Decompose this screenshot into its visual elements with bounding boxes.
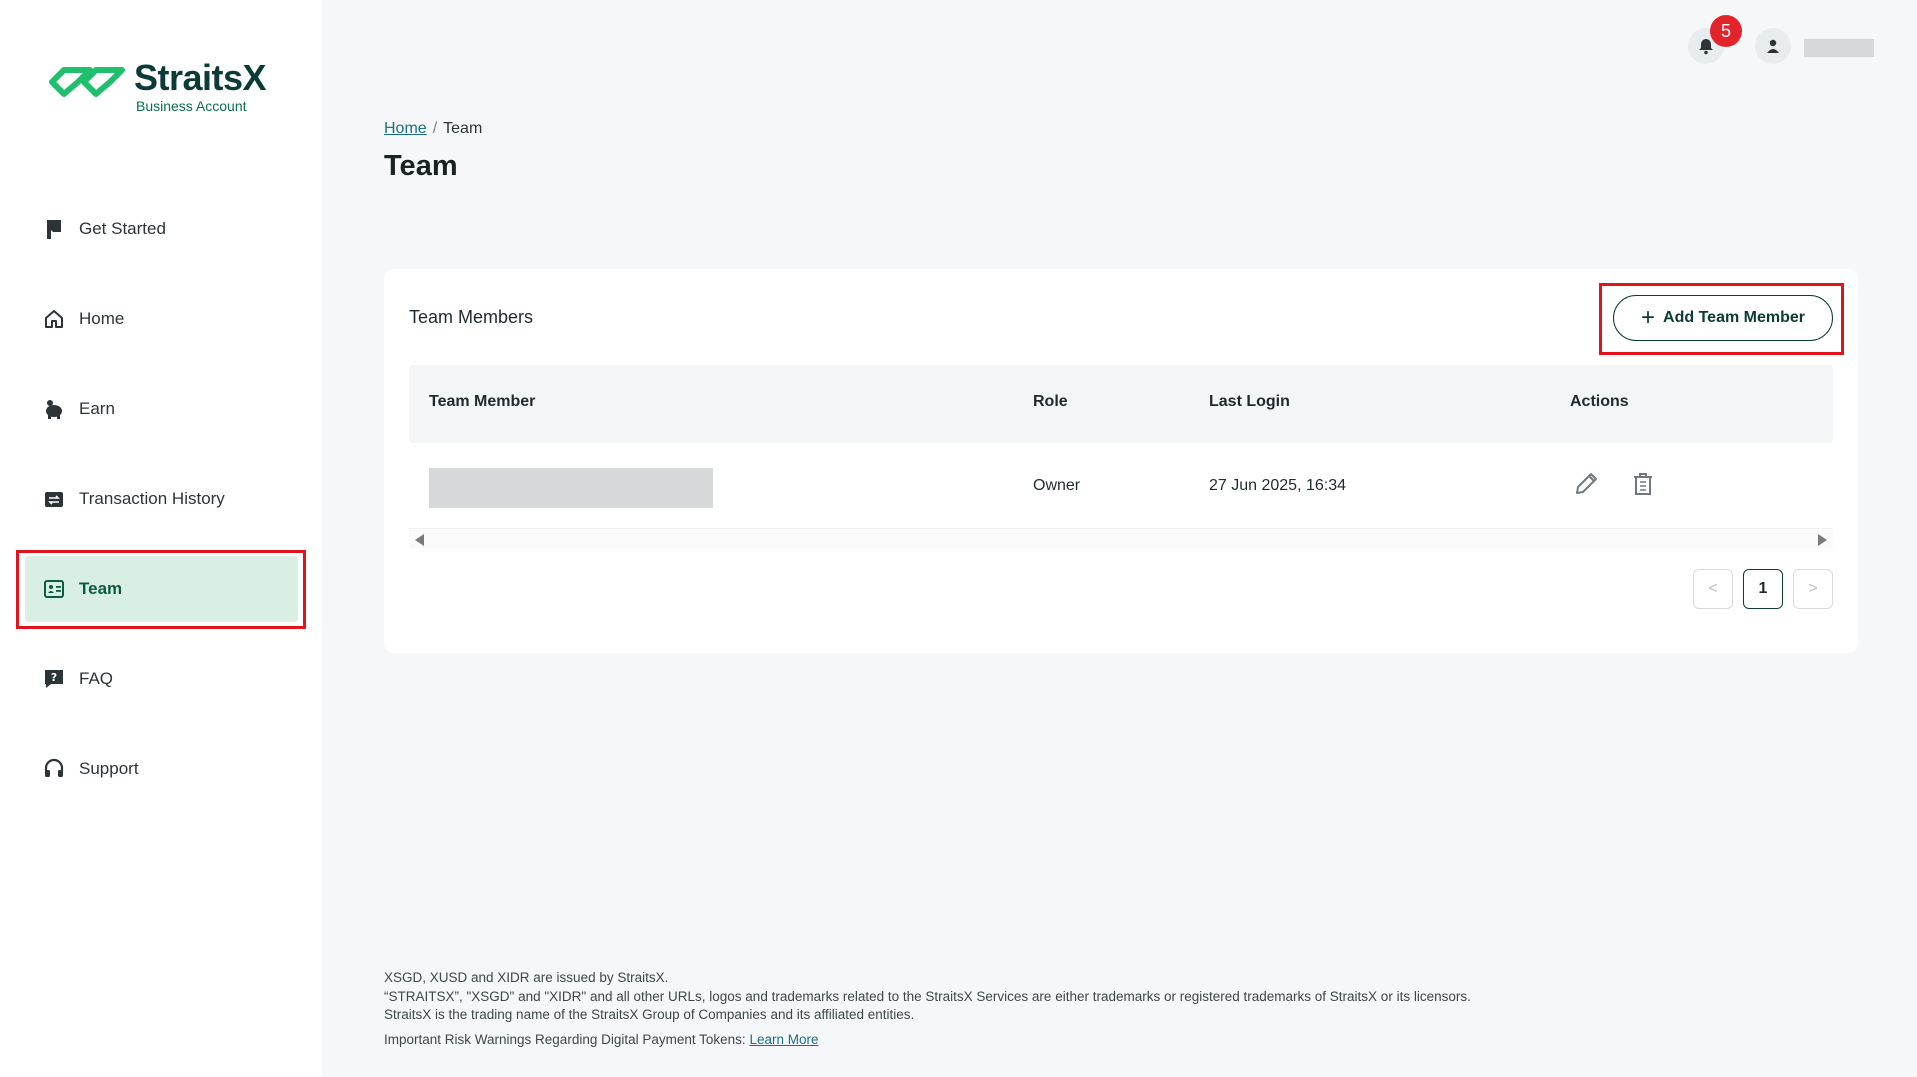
logo-mark-icon xyxy=(49,67,125,97)
username-redacted[interactable] xyxy=(1804,39,1874,57)
pagination-page-1[interactable]: 1 xyxy=(1743,569,1783,609)
column-header-last-login[interactable]: Last Login xyxy=(1209,393,1290,411)
learn-more-link[interactable]: Learn More xyxy=(749,1032,818,1047)
team-member-name-redacted xyxy=(429,468,713,508)
column-header-actions: Actions xyxy=(1570,393,1629,410)
risk-warning-text: Important Risk Warnings Regarding Digita… xyxy=(384,1031,746,1047)
sidebar-item-faq[interactable]: ? FAQ xyxy=(25,646,298,712)
footer-line-trademarks: “STRAITSX”, "XSGD" and "XIDR" and all ot… xyxy=(384,988,1471,1004)
footer-risk-warning: Important Risk Warnings Regarding Digita… xyxy=(384,1031,1471,1050)
page-title: Team xyxy=(384,150,458,182)
straitsx-logo[interactable]: StraitsX Business Account xyxy=(46,58,286,114)
piggy-bank-icon xyxy=(43,398,65,420)
notification-count-badge: 5 xyxy=(1710,15,1742,47)
home-icon xyxy=(43,308,65,330)
sidebar-item-earn[interactable]: Earn xyxy=(25,376,298,442)
faq-icon: ? xyxy=(43,668,65,690)
sidebar-item-home[interactable]: Home xyxy=(25,286,298,352)
breadcrumb-home-link[interactable]: Home xyxy=(384,120,427,137)
column-header-team-member[interactable]: Team Member xyxy=(429,393,535,411)
user-avatar-button[interactable] xyxy=(1755,28,1791,64)
table-row: Owner 27 Jun 2025, 16:34 xyxy=(409,443,1833,529)
card-title: Team Members xyxy=(409,307,534,327)
add-team-member-label: Add Team Member xyxy=(1663,309,1805,326)
edit-icon[interactable] xyxy=(1569,467,1603,501)
footer-line-issuer: XSGD, XUSD and XIDR are issued by Strait… xyxy=(384,970,669,985)
headset-icon xyxy=(43,758,65,780)
sidebar-item-team[interactable]: Team xyxy=(25,556,298,622)
sidebar-item-get-started[interactable]: Get Started xyxy=(25,196,298,262)
logo-wordmark: StraitsX xyxy=(134,57,267,98)
footer-line-trading-name: StraitsX is the trading name of the Stra… xyxy=(384,1007,915,1022)
sidebar-item-label: Team xyxy=(79,579,123,598)
scroll-left-arrow-icon[interactable] xyxy=(415,534,424,546)
delete-icon[interactable] xyxy=(1626,467,1660,501)
transaction-history-icon xyxy=(43,488,65,510)
role-cell: Owner xyxy=(1033,477,1081,494)
svg-text:?: ? xyxy=(51,671,57,684)
sidebar-item-support[interactable]: Support xyxy=(25,736,298,802)
sidebar-item-transaction-history[interactable]: Transaction History xyxy=(25,466,298,532)
horizontal-scrollbar[interactable] xyxy=(409,530,1833,548)
pagination-next-button[interactable]: > xyxy=(1793,569,1833,609)
table-header: Team Member Role Last Login Actions xyxy=(409,365,1833,443)
footer: XSGD, XUSD and XIDR are issued by Strait… xyxy=(384,969,1471,1049)
last-login-cell: 27 Jun 2025, 16:34 xyxy=(1209,477,1347,494)
breadcrumb: Home / Team xyxy=(384,120,482,138)
add-team-member-button[interactable]: + Add Team Member xyxy=(1613,295,1833,341)
sidebar-item-label: Home xyxy=(79,309,125,328)
plus-icon: + xyxy=(1641,304,1656,331)
sidebar-item-label: Get Started xyxy=(79,219,166,238)
id-card-icon xyxy=(43,578,65,600)
sidebar-item-label: Earn xyxy=(79,399,115,418)
logo-subtitle: Business Account xyxy=(136,98,247,114)
breadcrumb-separator: / xyxy=(432,120,438,137)
pagination-prev-button[interactable]: < xyxy=(1693,569,1733,609)
breadcrumb-current: Team xyxy=(443,120,483,137)
sidebar-item-label: Support xyxy=(79,759,139,778)
user-icon xyxy=(1767,39,1779,53)
sidebar-item-label: FAQ xyxy=(79,669,114,688)
team-members-card: Team Members + Add Team Member Team Memb… xyxy=(384,269,1858,653)
scroll-right-arrow-icon[interactable] xyxy=(1818,534,1827,546)
sidebar: StraitsX Business Account Get Started Ho… xyxy=(0,0,322,1077)
sidebar-item-label: Transaction History xyxy=(79,489,225,508)
flag-icon xyxy=(43,218,65,240)
column-header-role[interactable]: Role xyxy=(1033,393,1068,411)
